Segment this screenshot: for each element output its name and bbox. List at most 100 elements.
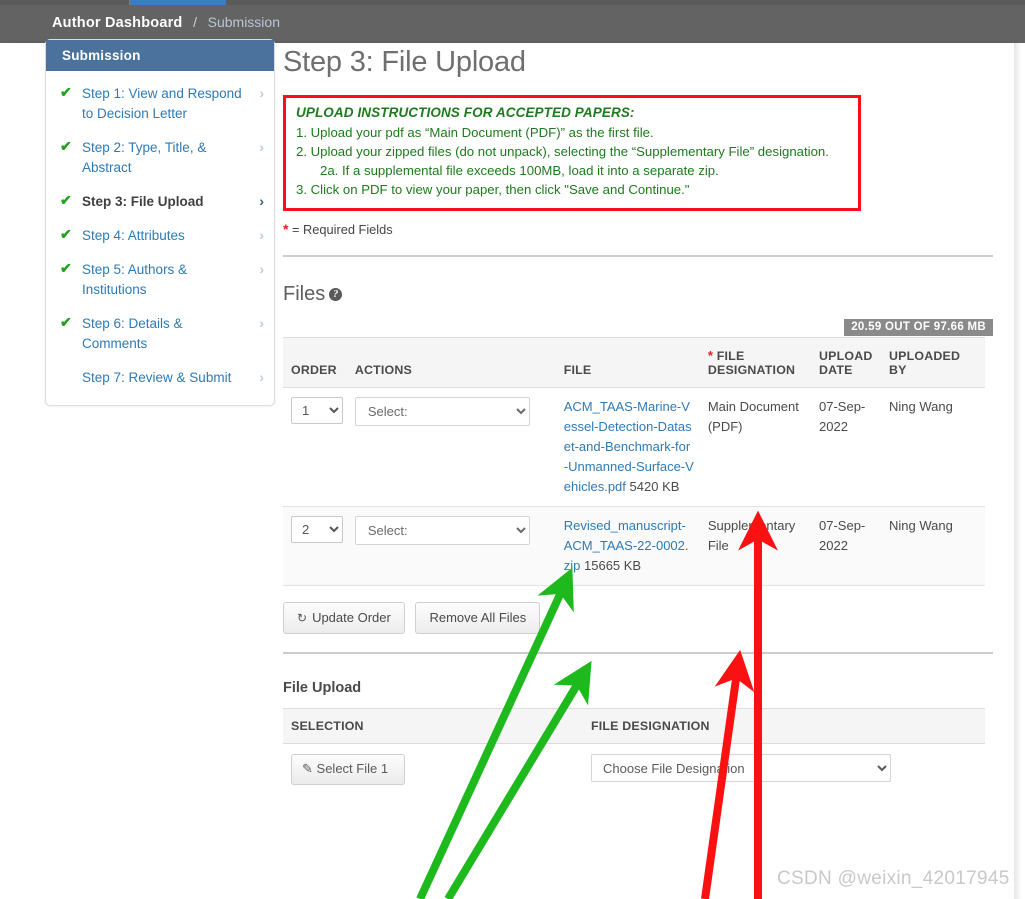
main-content: Step 3: File Upload UPLOAD INSTRUCTIONS …: [283, 43, 993, 789]
sidebar-item-label: Step 4: Attributes: [82, 228, 185, 243]
sidebar-item-step-7[interactable]: Step 7: Review & Submit ›: [46, 361, 274, 395]
column-actions: ACTIONS: [346, 337, 556, 388]
update-order-button[interactable]: ↻ Update Order: [283, 602, 405, 634]
check-icon: ✔: [60, 138, 72, 154]
upload-instructions-box: UPLOAD INSTRUCTIONS FOR ACCEPTED PAPERS:…: [283, 95, 861, 211]
order-select-row-1[interactable]: 1: [291, 397, 343, 424]
sidebar-item-label: Step 2: Type, Title, & Abstract: [82, 140, 207, 175]
top-navigation-bar: Author Dashboard / Submission: [0, 0, 1025, 43]
cell-file: Revised_manuscript-ACM_TAAS-22-0002.zip …: [555, 506, 700, 586]
cell-uploaded-by: Ning Wang: [880, 506, 985, 586]
chevron-right-icon: ›: [259, 261, 264, 277]
storage-quota: 20.59 OUT OF 97.66 MB: [283, 318, 993, 336]
file-size-row-2: 15665 KB: [584, 558, 642, 573]
files-action-buttons: ↻ Update Order Remove All Files: [283, 602, 993, 634]
check-icon: ✔: [60, 226, 72, 242]
column-file-designation-label: FILE DESIGNATION: [707, 349, 796, 377]
files-heading-label: Files: [283, 283, 326, 305]
column-upload-file-designation: FILE DESIGNATION: [583, 708, 985, 744]
cell-actions: Select:: [346, 387, 556, 507]
cell-file-designation: Main Document (PDF): [699, 387, 811, 507]
files-section-heading: Files?: [283, 281, 993, 307]
sidebar-item-label: Step 1: View and Respond to Decision Let…: [82, 86, 242, 121]
refresh-icon: ↻: [297, 611, 308, 625]
files-table: ORDER ACTIONS FILE * FILE DESIGNATION UP…: [283, 337, 985, 586]
chevron-right-icon: ›: [259, 139, 264, 155]
instructions-title: UPLOAD INSTRUCTIONS FOR ACCEPTED PAPERS:: [296, 105, 635, 120]
sidebar-item-label: Step 6: Details & Comments: [82, 316, 183, 351]
page-right-edge-shadow: [1014, 43, 1025, 899]
breadcrumb-author-dashboard[interactable]: Author Dashboard: [52, 15, 182, 31]
sidebar-item-step-5[interactable]: ✔ Step 5: Authors & Institutions ›: [46, 253, 274, 307]
file-upload-table: SELECTION FILE DESIGNATION ✎ Select File…: [283, 708, 985, 789]
cell-file: ACM_TAAS-Marine-Vessel-Detection-Dataset…: [555, 387, 700, 507]
chevron-right-icon: ›: [259, 369, 264, 385]
select-file-1-button[interactable]: ✎ Select File 1: [291, 754, 406, 785]
required-fields-label: = Required Fields: [288, 222, 393, 237]
sidebar-header: Submission: [46, 40, 274, 71]
required-asterisk: *: [707, 348, 714, 363]
watermark: CSDN @weixin_42017945: [777, 868, 1010, 889]
instructions-line-2a: 2a. If a supplemental file exceeds 100MB…: [320, 163, 719, 178]
remove-all-files-label: Remove All Files: [429, 610, 527, 625]
chevron-right-icon: ›: [259, 227, 264, 243]
actions-select-row-2[interactable]: Select:: [354, 516, 530, 545]
order-select-row-2[interactable]: 2: [291, 516, 343, 543]
instructions-line-1: 1. Upload your pdf as “Main Document (PD…: [296, 125, 654, 140]
cell-uploaded-by: Ning Wang: [880, 387, 985, 507]
paperclip-icon: ✎: [302, 761, 313, 776]
breadcrumb-submission[interactable]: Submission: [208, 14, 280, 30]
select-file-1-label: Select File 1: [316, 761, 389, 776]
column-file-designation: * FILE DESIGNATION: [699, 337, 811, 388]
cell-order: 2: [283, 506, 347, 586]
cell-file-designation: Supplementary File: [699, 506, 811, 586]
tab-indicator-strip: [0, 0, 1025, 5]
chevron-right-icon: ›: [259, 193, 264, 209]
column-file: FILE: [555, 337, 700, 388]
tab-indicator-active[interactable]: [130, 0, 226, 5]
check-icon: ✔: [60, 192, 72, 208]
page-title: Step 3: File Upload: [283, 46, 526, 78]
cell-order: 1: [283, 387, 347, 507]
breadcrumb-separator: /: [193, 14, 197, 30]
cell-selection: ✎ Select File 1: [283, 744, 583, 790]
table-row: 2 Select: Revised_manuscript-ACM_TAAS-22…: [283, 506, 985, 586]
instructions-line-2: 2. Upload your zipped files (do not unpa…: [296, 144, 829, 159]
cell-actions: Select:: [346, 506, 556, 586]
check-icon: ✔: [60, 314, 72, 330]
table-row: ✎ Select File 1 Choose File Designation: [283, 744, 985, 790]
tab-segment-left[interactable]: [0, 0, 129, 5]
column-uploaded-by: UPLOADED BY: [880, 337, 985, 388]
instructions-line-3: 3. Click on PDF to view your paper, then…: [296, 182, 690, 197]
check-icon: ✔: [60, 260, 72, 276]
chevron-right-icon: ›: [259, 315, 264, 331]
column-order: ORDER: [283, 337, 347, 388]
chevron-right-icon: ›: [259, 85, 264, 101]
file-designation-select[interactable]: Choose File Designation: [591, 754, 891, 782]
sidebar-item-label: Step 3: File Upload: [82, 194, 204, 209]
file-size-row-1: 5420 KB: [629, 479, 680, 494]
upload-table-header-row: SELECTION FILE DESIGNATION: [283, 708, 985, 744]
section-divider-bottom: [283, 652, 993, 654]
breadcrumb: Author Dashboard / Submission: [52, 12, 280, 32]
sidebar-item-step-1[interactable]: ✔ Step 1: View and Respond to Decision L…: [46, 77, 274, 131]
cell-upload-date: 07-Sep-2022: [811, 506, 881, 586]
table-row: 1 Select: ACM_TAAS-Marine-Vessel-Detecti…: [283, 387, 985, 507]
update-order-label: Update Order: [312, 610, 391, 625]
sidebar-item-step-4[interactable]: ✔ Step 4: Attributes ›: [46, 219, 274, 253]
sidebar-item-step-6[interactable]: ✔ Step 6: Details & Comments ›: [46, 307, 274, 361]
quota-badge: 20.59 OUT OF 97.66 MB: [844, 319, 993, 336]
sidebar-item-step-3[interactable]: ✔ Step 3: File Upload ›: [46, 185, 274, 219]
check-icon: ✔: [60, 84, 72, 100]
section-divider-top: [283, 255, 993, 257]
sidebar-item-step-2[interactable]: ✔ Step 2: Type, Title, & Abstract ›: [46, 131, 274, 185]
files-table-header-row: ORDER ACTIONS FILE * FILE DESIGNATION UP…: [283, 337, 985, 388]
actions-select-row-1[interactable]: Select:: [354, 397, 530, 426]
column-upload-date: UPLOAD DATE: [811, 337, 881, 388]
sidebar-step-list: ✔ Step 1: View and Respond to Decision L…: [46, 71, 274, 405]
submission-steps-sidebar: Submission ✔ Step 1: View and Respond to…: [45, 39, 275, 406]
remove-all-files-button[interactable]: Remove All Files: [415, 602, 541, 634]
help-icon[interactable]: ?: [329, 288, 343, 301]
tab-segment-right[interactable]: [226, 0, 1025, 5]
sidebar-item-label: Step 7: Review & Submit: [82, 370, 232, 385]
